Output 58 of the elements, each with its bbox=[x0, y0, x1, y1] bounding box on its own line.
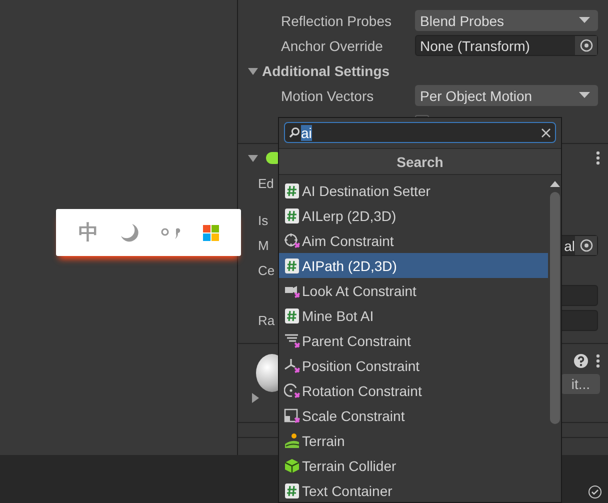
edit-button[interactable]: it... bbox=[561, 374, 600, 394]
foldout-arrow-icon[interactable] bbox=[250, 393, 260, 403]
script-icon bbox=[284, 482, 300, 498]
more-options-icon[interactable] bbox=[596, 150, 600, 164]
field-label: Ed bbox=[258, 176, 274, 191]
component-list-item[interactable]: Position Constraint bbox=[279, 353, 548, 378]
caret-icon bbox=[579, 92, 590, 99]
field-label: Ce bbox=[258, 263, 275, 278]
script-icon bbox=[284, 308, 300, 324]
layers-pin-icon bbox=[284, 332, 300, 348]
component-list-item[interactable]: Terrain Collider bbox=[279, 453, 548, 478]
caret-icon bbox=[579, 17, 590, 24]
object-field[interactable]: None (Transform) bbox=[415, 35, 598, 56]
dropdown[interactable]: Per Object Motion bbox=[415, 85, 598, 106]
component-list-item[interactable]: AIPath (2D,3D) bbox=[279, 253, 548, 278]
component-list-item[interactable]: AI Destination Setter bbox=[279, 178, 548, 203]
moon-icon[interactable] bbox=[119, 222, 140, 242]
component-list-item[interactable]: AILerp (2D,3D) bbox=[279, 203, 548, 228]
field-label: Ra bbox=[258, 313, 275, 328]
field-label: Anchor Override bbox=[280, 38, 384, 54]
foldout-arrow-icon[interactable] bbox=[248, 152, 258, 162]
scale-pin-icon bbox=[284, 408, 300, 424]
dropdown[interactable]: Blend Probes bbox=[415, 10, 598, 31]
punctuation-icon[interactable] bbox=[160, 226, 182, 240]
clear-button[interactable] bbox=[541, 128, 551, 138]
field-label: M bbox=[258, 238, 269, 253]
cube-icon bbox=[284, 458, 300, 474]
four-squares-icon[interactable] bbox=[202, 224, 219, 240]
scrollbar-thumb[interactable] bbox=[550, 192, 560, 424]
component-list-item[interactable]: Scale Constraint bbox=[279, 403, 548, 428]
popup-header: Search bbox=[279, 148, 561, 175]
help-icon[interactable] bbox=[574, 354, 588, 368]
crosshair-pin-icon bbox=[284, 232, 300, 248]
search-field[interactable]: ai bbox=[284, 122, 556, 143]
scroll-up-icon[interactable] bbox=[550, 181, 560, 187]
component-list-item[interactable]: Terrain bbox=[279, 428, 548, 453]
checkmark-circle-icon[interactable] bbox=[588, 485, 602, 499]
section-header[interactable]: Additional Settings bbox=[262, 62, 390, 78]
script-icon bbox=[284, 208, 300, 224]
axes-pin-icon bbox=[284, 358, 300, 374]
field-label: Motion Vectors bbox=[280, 88, 375, 104]
script-icon bbox=[284, 182, 300, 198]
component-list-item[interactable]: Text Container bbox=[279, 478, 548, 503]
more-options-icon[interactable] bbox=[596, 354, 600, 368]
search-icon bbox=[289, 127, 300, 138]
target-icon bbox=[580, 239, 592, 252]
component-list-item[interactable]: Rotation Constraint bbox=[279, 378, 548, 403]
field-label: Is bbox=[258, 213, 268, 228]
target-icon bbox=[580, 39, 592, 52]
foldout-arrow-icon[interactable] bbox=[248, 66, 258, 76]
rotate-pin-icon bbox=[284, 382, 300, 398]
component-list-item[interactable]: Parent Constraint bbox=[279, 328, 548, 353]
component-list-item[interactable]: Mine Bot AI bbox=[279, 303, 548, 328]
terrain-icon bbox=[284, 432, 300, 448]
field-label: Reflection Probes bbox=[280, 12, 393, 28]
component-list-item[interactable]: Look At Constraint bbox=[279, 278, 548, 303]
component-list-item[interactable]: Aim Constraint bbox=[279, 228, 548, 253]
script-icon bbox=[284, 258, 300, 274]
